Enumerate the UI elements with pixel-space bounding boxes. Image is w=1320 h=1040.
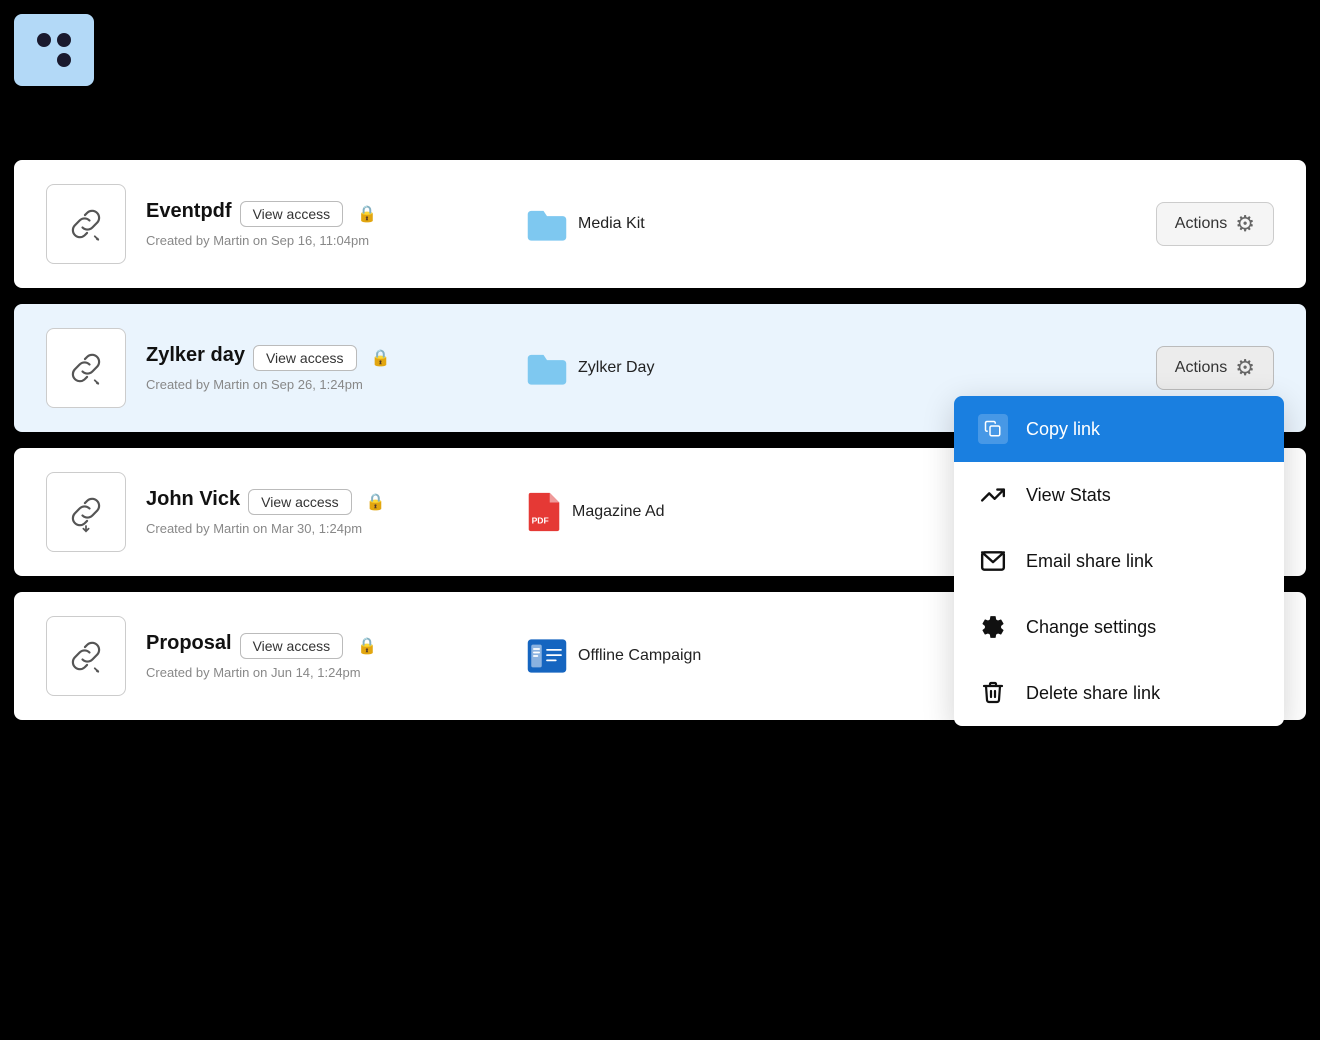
row-folder: Zylker Day — [526, 351, 1156, 385]
actions-button[interactable]: Actions ⚙ — [1156, 202, 1274, 246]
pdf-icon: PDF — [526, 491, 562, 533]
actions-label: Actions — [1175, 359, 1227, 377]
list-row: Eventpdf View access 🔒 Created by Martin… — [14, 160, 1306, 288]
delete-share-icon — [978, 678, 1008, 708]
row-access-area: View access 🔒 — [248, 489, 385, 515]
lock-icon: 🔒 — [366, 492, 386, 512]
view-access-button[interactable]: View access — [248, 489, 352, 515]
copy-link-icon — [978, 414, 1008, 444]
copy-svg — [984, 420, 1002, 438]
actions-dropdown: Copy link View Stats — [954, 396, 1284, 726]
actions-label: Actions — [1175, 215, 1227, 233]
view-access-button[interactable]: View access — [253, 345, 357, 371]
actions-area: Actions ⚙ Copy link — [1156, 346, 1274, 390]
main-content: Eventpdf View access 🔒 Created by Martin… — [14, 160, 1306, 736]
row-meta: Created by Martin on Sep 26, 1:24pm — [146, 377, 466, 392]
row-info: Eventpdf View access 🔒 Created by Martin… — [146, 200, 466, 248]
row-meta: Created by Martin on Sep 16, 11:04pm — [146, 233, 466, 248]
row-title: John Vick — [146, 488, 240, 511]
logo-dots-grid — [37, 33, 71, 67]
row-meta: Created by Martin on Mar 30, 1:24pm — [146, 521, 466, 536]
row-info: John Vick View access 🔒 Created by Marti… — [146, 488, 466, 536]
folder-name: Zylker Day — [578, 359, 654, 377]
link-icon-box — [46, 184, 126, 264]
email-share-icon — [978, 546, 1008, 576]
view-stats-icon — [978, 480, 1008, 510]
settings-svg — [980, 614, 1006, 640]
delete-share-label: Delete share link — [1026, 683, 1160, 704]
svg-text:PDF: PDF — [532, 515, 549, 525]
folder-name: Magazine Ad — [572, 503, 665, 521]
view-stats-item[interactable]: View Stats — [954, 462, 1284, 528]
change-settings-icon — [978, 612, 1008, 642]
email-share-item[interactable]: Email share link — [954, 528, 1284, 594]
link-icon — [65, 347, 107, 389]
actions-area: Actions ⚙ — [1156, 202, 1274, 246]
view-stats-label: View Stats — [1026, 485, 1111, 506]
row-access-area: View access 🔒 — [240, 201, 377, 227]
lock-icon: 🔒 — [357, 636, 377, 656]
row-info: Zylker day View access 🔒 Created by Mart… — [146, 344, 466, 392]
email-svg — [980, 548, 1006, 574]
link-icon-box — [46, 472, 126, 552]
email-share-label: Email share link — [1026, 551, 1153, 572]
logo-dot-1 — [37, 33, 51, 47]
logo-dot-3 — [37, 53, 51, 67]
row-access-area: View access 🔒 — [253, 345, 390, 371]
row-folder: Media Kit — [526, 207, 1156, 241]
link-icon-box — [46, 616, 126, 696]
logo-dot-4 — [57, 53, 71, 67]
lock-icon: 🔒 — [357, 204, 377, 224]
trash-svg — [981, 680, 1005, 706]
gear-icon: ⚙ — [1235, 211, 1255, 237]
lock-icon: 🔒 — [371, 348, 391, 368]
actions-button[interactable]: Actions ⚙ — [1156, 346, 1274, 390]
change-settings-label: Change settings — [1026, 617, 1156, 638]
row-title: Eventpdf — [146, 200, 232, 223]
app-logo — [14, 14, 94, 86]
campaign-icon — [526, 637, 568, 675]
copy-link-label: Copy link — [1026, 419, 1100, 440]
link-icon — [65, 203, 107, 245]
folder-name: Media Kit — [578, 215, 645, 233]
stats-svg — [980, 482, 1006, 508]
list-row: Zylker day View access 🔒 Created by Mart… — [14, 304, 1306, 432]
folder-name: Offline Campaign — [578, 647, 701, 665]
link-icon — [65, 635, 107, 677]
copy-link-item[interactable]: Copy link — [954, 396, 1284, 462]
row-info: Proposal View access 🔒 Created by Martin… — [146, 632, 466, 680]
row-access-area: View access 🔒 — [240, 633, 377, 659]
delete-share-item[interactable]: Delete share link — [954, 660, 1284, 726]
row-meta: Created by Martin on Jun 14, 1:24pm — [146, 665, 466, 680]
row-title: Zylker day — [146, 344, 245, 367]
change-settings-item[interactable]: Change settings — [954, 594, 1284, 660]
view-access-button[interactable]: View access — [240, 201, 344, 227]
logo-dot-2 — [57, 33, 71, 47]
folder-icon — [526, 351, 568, 385]
link-icon — [65, 491, 107, 533]
row-title: Proposal — [146, 632, 232, 655]
folder-icon — [526, 207, 568, 241]
link-icon-box — [46, 328, 126, 408]
view-access-button[interactable]: View access — [240, 633, 344, 659]
gear-icon: ⚙ — [1235, 355, 1255, 381]
